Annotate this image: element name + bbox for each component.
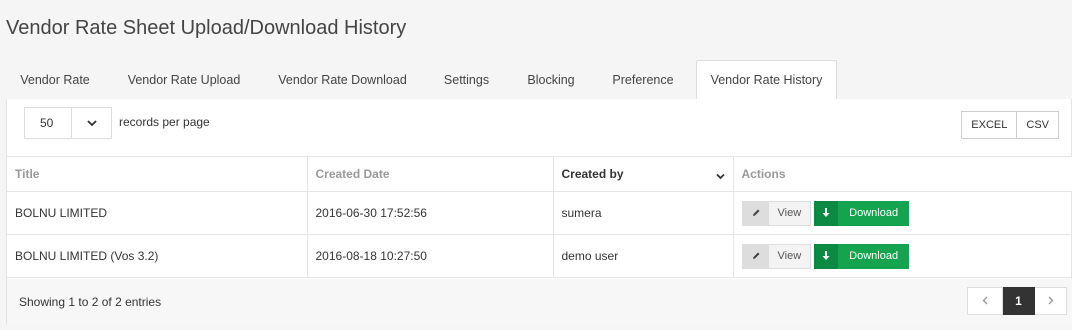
tab-blocking[interactable]: Blocking — [512, 60, 590, 99]
pencil-icon — [742, 201, 769, 225]
cell-created-by: sumera — [553, 191, 734, 235]
excel-button[interactable]: EXCEL — [961, 111, 1018, 139]
download-button-label: Download — [838, 200, 910, 226]
download-button[interactable]: Download — [814, 200, 910, 226]
view-button-label: View — [768, 244, 811, 268]
next-page-button[interactable] — [1035, 287, 1067, 315]
tab-vendor-rate-history[interactable]: Vendor Rate History — [696, 60, 837, 100]
tab-vendor-rate[interactable]: Vendor Rate — [6, 60, 104, 99]
column-header-actions: Actions — [733, 156, 1072, 192]
page-title: Vendor Rate Sheet Upload/Download Histor… — [6, 17, 407, 39]
previous-page-button[interactable] — [967, 287, 1003, 315]
cell-created-by: demo user — [553, 234, 734, 278]
tab-bar: Vendor Rate Vendor Rate Upload Vendor Ra… — [6, 60, 1072, 100]
table-footer: Showing 1 to 2 of 2 entries 1 — [7, 279, 1072, 324]
download-button-label: Download — [838, 243, 910, 269]
entries-info: Showing 1 to 2 of 2 entries — [19, 295, 162, 309]
sort-descending-icon — [715, 169, 725, 183]
tab-settings[interactable]: Settings — [421, 60, 512, 99]
export-buttons: EXCEL CSV — [961, 111, 1059, 139]
history-panel: 50 records per page EXCEL CSV Title Crea… — [6, 99, 1072, 324]
chevron-left-icon — [982, 294, 988, 308]
records-per-page-value: 50 — [40, 116, 54, 130]
view-button[interactable]: View — [741, 243, 812, 269]
records-per-page-label: records per page — [119, 115, 210, 129]
view-button-label: View — [768, 201, 811, 225]
pencil-icon — [742, 244, 769, 268]
records-per-page-select[interactable]: 50 — [24, 107, 112, 139]
column-header-created-by[interactable]: Created by — [553, 156, 734, 192]
cell-title: BOLNU LIMITED (Vos 3.2) — [7, 234, 308, 278]
tab-vendor-rate-download[interactable]: Vendor Rate Download — [264, 60, 421, 99]
history-table: Title Created Date Created by Actions BO… — [7, 156, 1072, 278]
tab-preference[interactable]: Preference — [590, 60, 696, 99]
cell-actions: View Download — [733, 191, 1072, 235]
view-button[interactable]: View — [741, 200, 812, 226]
cell-title: BOLNU LIMITED — [7, 191, 308, 235]
column-header-created-by-label: Created by — [561, 167, 624, 181]
csv-button[interactable]: CSV — [1017, 111, 1059, 139]
column-header-created-date[interactable]: Created Date — [307, 156, 554, 192]
pagination: 1 — [967, 287, 1067, 315]
cell-created-date: 2016-08-18 10:27:50 — [307, 234, 554, 278]
column-header-title[interactable]: Title — [7, 156, 308, 192]
cell-actions: View Download — [733, 234, 1072, 278]
cell-created-date: 2016-06-30 17:52:56 — [307, 191, 554, 235]
page-button-current[interactable]: 1 — [1003, 287, 1035, 315]
download-button[interactable]: Download — [814, 243, 910, 269]
chevron-down-icon — [71, 108, 111, 138]
table-row: BOLNU LIMITED 2016-06-30 17:52:56 sumera… — [7, 191, 1072, 235]
tab-vendor-rate-upload[interactable]: Vendor Rate Upload — [104, 60, 264, 99]
table-row: BOLNU LIMITED (Vos 3.2) 2016-08-18 10:27… — [7, 234, 1072, 278]
download-arrow-icon — [814, 243, 839, 269]
download-arrow-icon — [814, 200, 839, 226]
chevron-right-icon — [1048, 294, 1054, 308]
